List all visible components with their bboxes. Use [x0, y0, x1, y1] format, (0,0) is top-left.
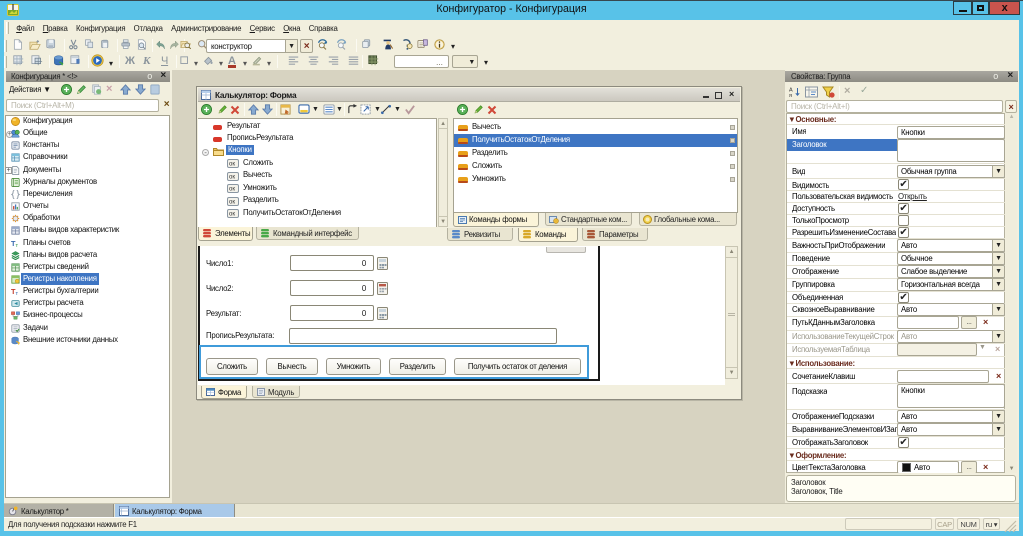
svg-text:ок: ок [229, 212, 235, 218]
svg-text:ок: ок [229, 175, 235, 181]
svg-text:ок: ок [229, 200, 235, 206]
svg-text:ок: ок [229, 187, 235, 193]
svg-text:ок: ок [229, 162, 235, 168]
svg-text:я: я [789, 93, 792, 98]
